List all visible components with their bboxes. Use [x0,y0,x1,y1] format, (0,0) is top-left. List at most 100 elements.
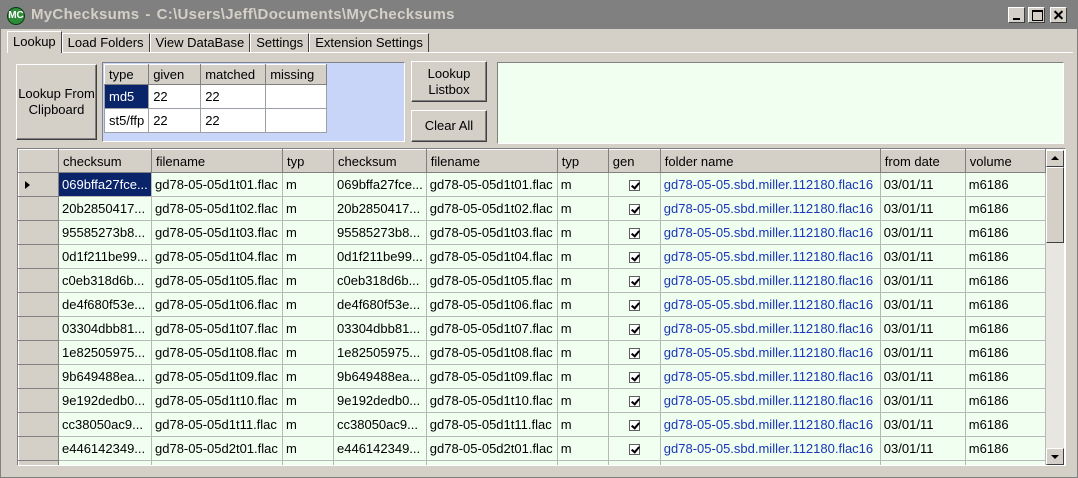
table-row[interactable]: 9e192dedb0... gd78-05-05d1t10.flac m 9e192d… [18,388,1046,413]
grid-cell-f2[interactable]: gd78-05-05d1t11.flac [425,412,558,437]
grid-cell-t1[interactable]: m [282,340,334,365]
close-button[interactable] [1050,7,1067,23]
row-selector[interactable] [18,268,59,293]
table-row[interactable]: cc38050ac9... gd78-05-05d1t11.flac m cc3805… [18,412,1046,437]
gen-checkbox[interactable] [628,372,640,384]
results-grid[interactable]: checksum filename typ checksum filename … [17,148,1066,466]
summary-cell[interactable]: 22 [148,108,202,133]
grid-cell-c2[interactable]: e446142349... [333,436,427,461]
table-row[interactable]: 069bffa27fce... gd78-05-05d1t01.flac m 069b… [18,172,1046,197]
grid-cell-f2[interactable]: gd78-05-05d1t05.flac [425,268,558,293]
summary-cell[interactable]: md5 [103,84,150,109]
grid-cell-c2[interactable]: 20b2850417... [333,196,427,221]
table-row[interactable]: c0eb318d6b... gd78-05-05d1t05.flac m c0eb31… [18,268,1046,293]
grid-cell-folder[interactable]: gd78-05-05.sbd.miller.112180.flac16 [659,220,881,245]
grid-cell-f2[interactable]: gd78-05-05d1t02.flac [425,196,558,221]
grid-cell-volume[interactable]: m6186 [964,436,1046,461]
minimize-button[interactable] [1008,7,1025,23]
grid-cell-c2[interactable]: 9b649488ea... [333,364,427,389]
grid-cell-t2[interactable]: m [556,340,609,365]
scroll-up-arrow-icon[interactable] [1046,150,1064,167]
table-row[interactable]: 0d1f211be99... gd78-05-05d1t04.flac m 0d1f2… [18,244,1046,269]
grid-cell-t1[interactable]: m [282,436,334,461]
summary-row-st5[interactable]: st5/ffp 22 22 [103,108,328,133]
gen-checkbox[interactable] [628,444,640,456]
grid-cell-f1[interactable]: gd78-05-05d1t01.flac [151,172,283,197]
grid-cell-t2[interactable]: m [556,220,609,245]
tab-lookup[interactable]: Lookup [7,31,62,53]
grid-cell-t1[interactable]: m [282,388,334,413]
grid-cell-date[interactable]: 03/01/11 [879,244,966,269]
grid-cell-f1[interactable]: gd78-05-05d1t10.flac [151,388,283,413]
grid-cell-t2[interactable]: m [556,244,609,269]
grid-cell-c1[interactable]: e446142349... [58,436,152,461]
row-selector[interactable] [18,460,59,465]
tab-load-folders[interactable]: Load Folders [61,33,150,53]
gen-cell[interactable] [607,364,661,389]
grid-cell-t1[interactable]: m [282,412,334,437]
grid-cell-folder[interactable]: gd78-05-05.sbd.miller.112180.flac16 [659,172,881,197]
tab-view-database[interactable]: View DataBase [149,33,251,53]
grid-cell-volume[interactable]: m6186 [964,220,1046,245]
gen-checkbox[interactable] [628,228,640,240]
row-selector[interactable] [18,172,59,197]
gen-checkbox[interactable] [628,276,640,288]
grid-cell-volume[interactable]: m6186 [964,316,1046,341]
table-row[interactable] [18,460,1046,465]
gen-cell[interactable] [607,196,661,221]
grid-cell-c1[interactable]: 95585273b8... [58,220,152,245]
grid-cell-c1[interactable]: 9b649488ea... [58,364,152,389]
summary-cell[interactable]: st5/ffp [103,108,150,133]
table-row[interactable]: 9b649488ea... gd78-05-05d1t09.flac m 9b6494… [18,364,1046,389]
scroll-down-arrow-icon[interactable] [1046,448,1064,465]
col-header-gen[interactable]: gen [607,149,661,173]
grid-cell-f1[interactable]: gd78-05-05d1t06.flac [151,292,283,317]
grid-cell-f2[interactable] [425,460,558,465]
gen-cell[interactable] [607,436,661,461]
col-header-volume[interactable]: volume [964,149,1046,173]
gen-checkbox[interactable] [628,420,640,432]
grid-cell-f1[interactable] [151,460,283,465]
grid-cell-volume[interactable]: m6186 [964,340,1046,365]
grid-cell-folder[interactable]: gd78-05-05.sbd.miller.112180.flac16 [659,388,881,413]
grid-cell-c1[interactable]: 0d1f211be99... [58,244,152,269]
row-selector[interactable] [18,316,59,341]
grid-cell-volume[interactable]: m6186 [964,388,1046,413]
grid-cell-c2[interactable]: 03304dbb81... [333,316,427,341]
grid-cell-f2[interactable]: gd78-05-05d2t01.flac [425,436,558,461]
summary-cell[interactable] [265,108,328,133]
grid-cell-c1[interactable]: cc38050ac9... [58,412,152,437]
row-selector[interactable] [18,364,59,389]
grid-cell-date[interactable]: 03/01/11 [879,220,966,245]
grid-cell-f1[interactable]: gd78-05-05d1t04.flac [151,244,283,269]
col-header-checksum[interactable]: checksum [58,149,152,173]
gen-cell[interactable] [607,412,661,437]
grid-cell-date[interactable]: 03/01/11 [879,292,966,317]
grid-cell-folder[interactable] [659,460,881,465]
grid-cell-date[interactable]: 03/01/11 [879,388,966,413]
grid-cell-date[interactable]: 03/01/11 [879,340,966,365]
table-row[interactable]: de4f680f53e... gd78-05-05d1t06.flac m de4f6… [18,292,1046,317]
col-header-checksum-2[interactable]: checksum [333,149,427,173]
gen-checkbox[interactable] [628,348,640,360]
gen-checkbox[interactable] [628,396,640,408]
grid-cell-date[interactable]: 03/01/11 [879,436,966,461]
row-selector[interactable] [18,196,59,221]
grid-cell-t1[interactable]: m [282,196,334,221]
grid-cell-volume[interactable]: m6186 [964,364,1046,389]
grid-cell-c2[interactable]: 0d1f211be99... [333,244,427,269]
grid-cell-c1[interactable] [58,460,152,465]
grid-cell-folder[interactable]: gd78-05-05.sbd.miller.112180.flac16 [659,436,881,461]
summary-cell[interactable]: 22 [148,84,202,109]
gen-cell[interactable] [607,268,661,293]
table-row[interactable]: e446142349... gd78-05-05d2t01.flac m e44614… [18,436,1046,461]
grid-cell-folder[interactable]: gd78-05-05.sbd.miller.112180.flac16 [659,412,881,437]
grid-cell-t1[interactable]: m [282,268,334,293]
grid-cell-f1[interactable]: gd78-05-05d1t08.flac [151,340,283,365]
grid-cell-t1[interactable]: m [282,244,334,269]
grid-cell-f1[interactable]: gd78-05-05d2t01.flac [151,436,283,461]
grid-cell-c2[interactable]: de4f680f53e... [333,292,427,317]
col-header-typ[interactable]: typ [282,149,334,173]
grid-cell-c1[interactable]: 1e82505975... [58,340,152,365]
grid-cell-date[interactable] [879,460,966,465]
